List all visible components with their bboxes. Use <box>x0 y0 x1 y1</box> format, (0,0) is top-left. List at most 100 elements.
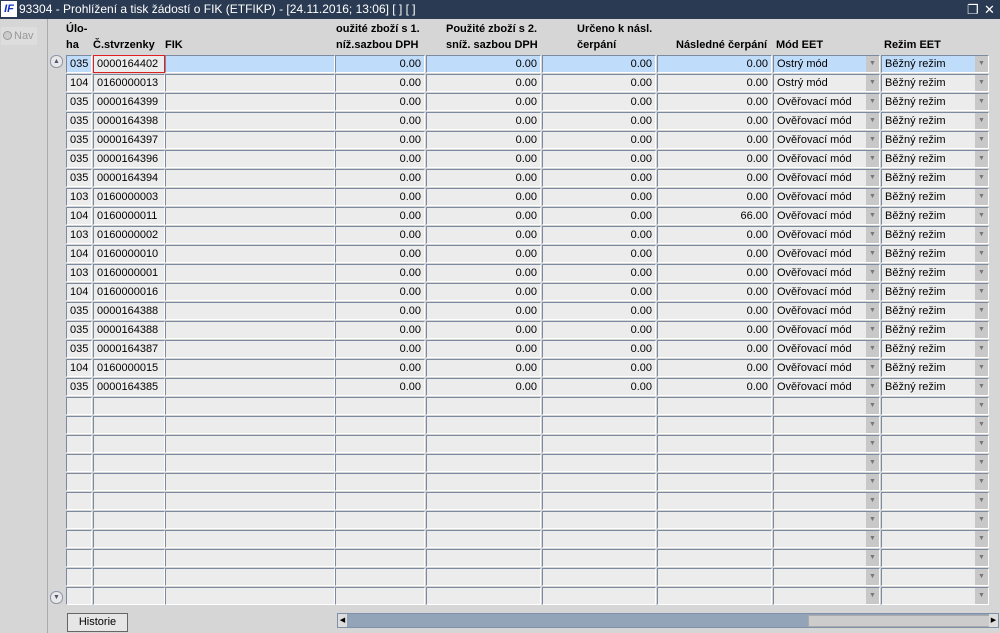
fik-cell[interactable] <box>165 397 335 415</box>
nasledne-cell[interactable] <box>657 435 772 453</box>
scroll-left-icon[interactable]: ◀ <box>338 614 347 627</box>
rezim-select[interactable]: Běžný režim ▼ <box>881 74 989 92</box>
uloha-cell[interactable]: 104 <box>66 207 92 225</box>
mod-select[interactable]: Ověřovací mód ▼ <box>773 188 880 206</box>
table-row[interactable]: ▼ ▼ <box>66 530 989 549</box>
nasledne-cell[interactable]: 0.00 <box>657 169 772 187</box>
mod-select[interactable]: ▼ <box>773 587 880 605</box>
rezim-select[interactable]: Běžný režim ▼ <box>881 169 989 187</box>
table-row[interactable]: 035 0000164402 0.00 0.00 0.00 0.00 Ostrý mód ▼ B… <box>66 55 989 74</box>
nasledne-cell[interactable] <box>657 587 772 605</box>
chevron-down-icon[interactable]: ▼ <box>975 151 988 167</box>
rezim-select[interactable]: Běžný režim ▼ <box>881 55 989 73</box>
z1-cell[interactable] <box>335 568 425 586</box>
fik-cell[interactable] <box>165 473 335 491</box>
urceno-cell[interactable]: 0.00 <box>542 207 656 225</box>
nasledne-cell[interactable]: 0.00 <box>657 131 772 149</box>
stvrzenka-cell[interactable]: 0000164399 <box>93 93 165 111</box>
urceno-cell[interactable]: 0.00 <box>542 169 656 187</box>
chevron-down-icon[interactable]: ▼ <box>975 360 988 376</box>
rezim-select[interactable]: ▼ <box>881 492 989 510</box>
z1-cell[interactable] <box>335 435 425 453</box>
table-row[interactable]: ▼ ▼ <box>66 587 989 606</box>
urceno-cell[interactable]: 0.00 <box>542 378 656 396</box>
mod-select[interactable]: Ověřovací mód ▼ <box>773 131 880 149</box>
z1-cell[interactable]: 0.00 <box>335 207 425 225</box>
nasledne-cell[interactable] <box>657 454 772 472</box>
chevron-down-icon[interactable]: ▼ <box>975 550 988 566</box>
stvrzenka-cell[interactable]: 0160000016 <box>93 283 165 301</box>
uloha-cell[interactable] <box>66 511 92 529</box>
table-row[interactable]: ▼ ▼ <box>66 492 989 511</box>
uloha-cell[interactable] <box>66 568 92 586</box>
mod-select[interactable]: Ostrý mód ▼ <box>773 55 880 73</box>
z2-cell[interactable] <box>426 416 541 434</box>
urceno-cell[interactable] <box>542 549 656 567</box>
z1-cell[interactable] <box>335 587 425 605</box>
stvrzenka-cell[interactable]: 0160000003 <box>93 188 165 206</box>
chevron-down-icon[interactable]: ▼ <box>975 265 988 281</box>
uloha-cell[interactable] <box>66 492 92 510</box>
mod-select[interactable]: Ověřovací mód ▼ <box>773 169 880 187</box>
urceno-cell[interactable] <box>542 397 656 415</box>
chevron-down-icon[interactable]: ▼ <box>975 417 988 433</box>
z2-cell[interactable]: 0.00 <box>426 207 541 225</box>
chevron-down-icon[interactable]: ▼ <box>975 569 988 585</box>
nasledne-cell[interactable]: 0.00 <box>657 112 772 130</box>
mod-select[interactable]: Ověřovací mód ▼ <box>773 93 880 111</box>
mod-select[interactable]: ▼ <box>773 549 880 567</box>
uloha-cell[interactable]: 035 <box>66 321 92 339</box>
nasledne-cell[interactable]: 0.00 <box>657 93 772 111</box>
table-row[interactable]: 035 0000164388 0.00 0.00 0.00 0.00 Ověřovací m… <box>66 302 989 321</box>
stvrzenka-cell[interactable] <box>93 435 165 453</box>
mod-select[interactable]: Ostrý mód ▼ <box>773 74 880 92</box>
mod-select[interactable]: Ověřovací mód ▼ <box>773 264 880 282</box>
z1-cell[interactable] <box>335 397 425 415</box>
table-row[interactable]: 103 0160000001 0.00 0.00 0.00 0.00 Ověřovací m… <box>66 264 989 283</box>
urceno-cell[interactable] <box>542 416 656 434</box>
table-row[interactable]: 035 0000164385 0.00 0.00 0.00 0.00 Ověřovací m… <box>66 378 989 397</box>
chevron-down-icon[interactable]: ▼ <box>975 322 988 338</box>
stvrzenka-cell[interactable]: 0000164397 <box>93 131 165 149</box>
fik-cell[interactable] <box>165 55 335 73</box>
uloha-cell[interactable]: 104 <box>66 283 92 301</box>
chevron-down-icon[interactable]: ▼ <box>975 246 988 262</box>
nasledne-cell[interactable]: 0.00 <box>657 378 772 396</box>
stvrzenka-cell[interactable]: 0160000002 <box>93 226 165 244</box>
urceno-cell[interactable]: 0.00 <box>542 188 656 206</box>
mod-select[interactable]: ▼ <box>773 530 880 548</box>
chevron-down-icon[interactable]: ▼ <box>975 303 988 319</box>
z2-cell[interactable]: 0.00 <box>426 226 541 244</box>
chevron-down-icon[interactable]: ▼ <box>975 588 988 604</box>
fik-cell[interactable] <box>165 283 335 301</box>
rezim-select[interactable]: Běžný režim ▼ <box>881 321 989 339</box>
uloha-cell[interactable]: 035 <box>66 302 92 320</box>
urceno-cell[interactable]: 0.00 <box>542 131 656 149</box>
z2-cell[interactable]: 0.00 <box>426 93 541 111</box>
chevron-down-icon[interactable]: ▼ <box>866 531 879 547</box>
stvrzenka-cell[interactable] <box>93 397 165 415</box>
scroll-up-icon[interactable]: ▲ <box>50 55 63 68</box>
stvrzenka-cell[interactable] <box>93 511 165 529</box>
nasledne-cell[interactable]: 0.00 <box>657 264 772 282</box>
chevron-down-icon[interactable]: ▼ <box>975 493 988 509</box>
mod-select[interactable]: Ověřovací mód ▼ <box>773 207 880 225</box>
vertical-scrollbar[interactable]: ▲ ▼ <box>50 55 63 604</box>
z2-cell[interactable]: 0.00 <box>426 188 541 206</box>
z2-cell[interactable]: 0.00 <box>426 340 541 358</box>
nasledne-cell[interactable]: 0.00 <box>657 359 772 377</box>
nasledne-cell[interactable] <box>657 397 772 415</box>
uloha-cell[interactable]: 035 <box>66 169 92 187</box>
nasledne-cell[interactable] <box>657 511 772 529</box>
z2-cell[interactable]: 0.00 <box>426 245 541 263</box>
uloha-cell[interactable] <box>66 435 92 453</box>
chevron-down-icon[interactable]: ▼ <box>866 322 879 338</box>
chevron-down-icon[interactable]: ▼ <box>975 341 988 357</box>
urceno-cell[interactable]: 0.00 <box>542 112 656 130</box>
chevron-down-icon[interactable]: ▼ <box>975 284 988 300</box>
table-row[interactable]: 035 0000164387 0.00 0.00 0.00 0.00 Ověřovací m… <box>66 340 989 359</box>
stvrzenka-cell[interactable]: 0160000013 <box>93 74 165 92</box>
urceno-cell[interactable] <box>542 435 656 453</box>
stvrzenka-cell[interactable]: 0000164387 <box>93 340 165 358</box>
chevron-down-icon[interactable]: ▼ <box>866 569 879 585</box>
